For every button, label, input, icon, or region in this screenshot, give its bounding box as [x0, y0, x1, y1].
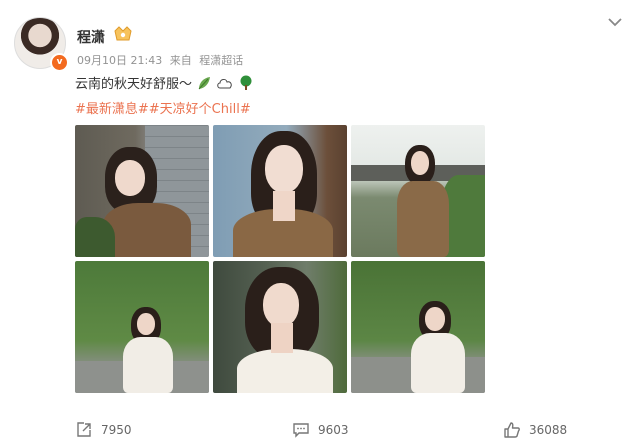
photo-4-face — [137, 313, 155, 335]
hashtags[interactable]: #最新潇息##天凉好个Chill# — [75, 98, 251, 117]
comment-icon — [293, 423, 309, 438]
photo-5-face — [263, 283, 299, 327]
tree-icon — [240, 75, 252, 90]
photo-1-face — [115, 160, 145, 196]
photo-3[interactable] — [351, 125, 485, 257]
comment-button[interactable]: 9603 — [292, 421, 349, 439]
post-text: 云南的秋天好舒服～ — [75, 73, 254, 92]
photo-1[interactable] — [75, 125, 209, 257]
like-button[interactable]: 36088 — [503, 421, 567, 439]
photo-3-dress — [397, 181, 449, 257]
comment-count: 9603 — [318, 423, 349, 437]
photo-2[interactable] — [213, 125, 347, 257]
photo-4-dress — [123, 337, 173, 393]
chevron-down-icon[interactable] — [606, 15, 624, 29]
source-prefix: 来自 — [169, 54, 192, 67]
fan-medal-icon — [114, 26, 132, 41]
leaf-icon — [198, 76, 211, 89]
verified-badge: v — [50, 53, 69, 72]
photo-4[interactable] — [75, 261, 209, 393]
photo-2-neck — [273, 191, 295, 221]
photo-6[interactable] — [351, 261, 485, 393]
photo-1-body — [103, 203, 191, 257]
photo-3-face — [411, 151, 429, 175]
like-count: 36088 — [529, 423, 568, 437]
photo-2-face — [265, 145, 303, 193]
cloud-icon — [217, 78, 232, 88]
thumbs-up-icon — [504, 422, 520, 438]
photo-1-plants — [75, 217, 115, 257]
post-text-content: 云南的秋天好舒服～ — [75, 77, 193, 92]
share-icon — [77, 422, 91, 437]
photo-5-neck — [271, 323, 293, 353]
post-meta: 09月10日 21:43 来自 程潇超话 — [77, 52, 247, 68]
username[interactable]: 程潇 — [77, 27, 105, 47]
post-timestamp[interactable]: 09月10日 21:43 — [77, 54, 162, 67]
share-button[interactable]: 7950 — [75, 421, 132, 439]
photo-5-dress — [237, 349, 333, 393]
source-link[interactable]: 程潇超话 — [199, 54, 243, 67]
photo-6-face — [425, 307, 445, 331]
photo-5[interactable] — [213, 261, 347, 393]
photo-6-dress — [411, 333, 465, 393]
share-count: 7950 — [101, 423, 132, 437]
